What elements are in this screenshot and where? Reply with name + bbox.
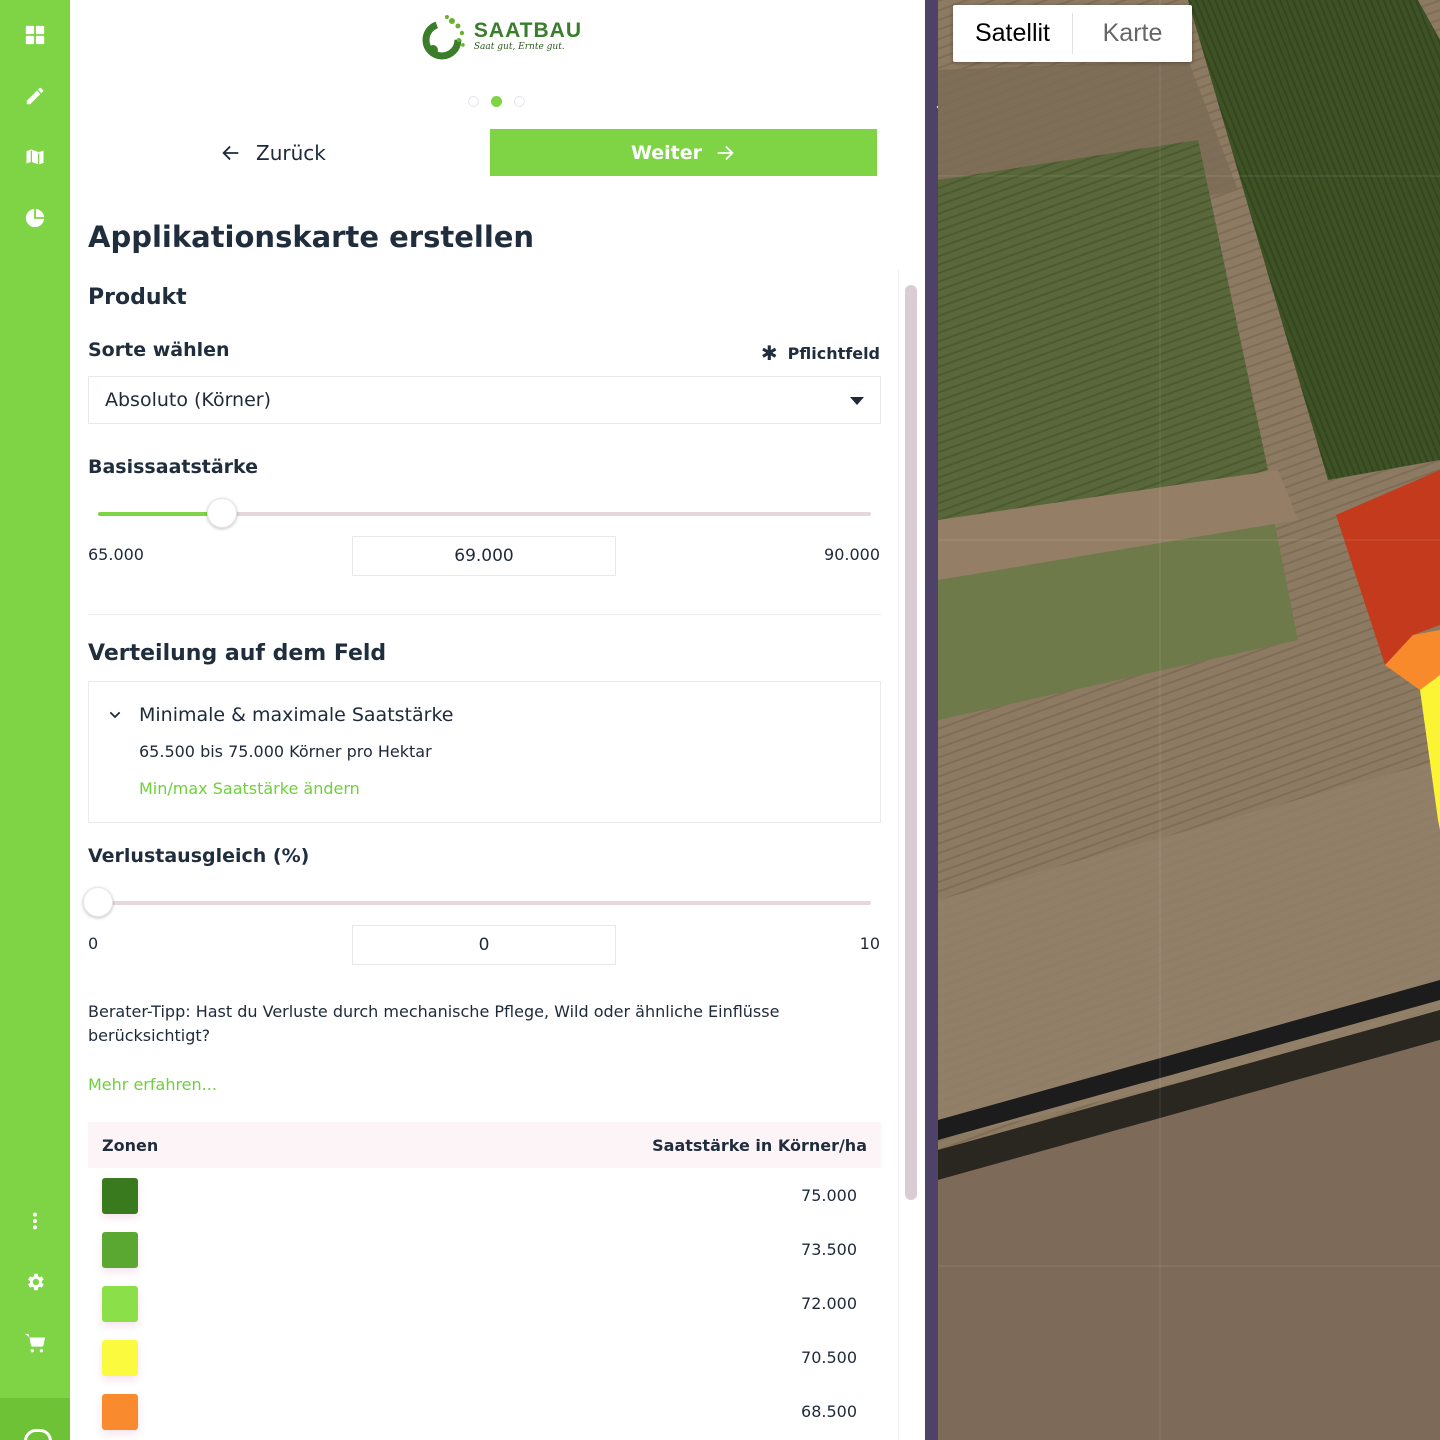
minmax-accordion-toggle[interactable]: Minimale & maximale Saatstärke bbox=[107, 704, 453, 726]
loss-slider[interactable] bbox=[83, 887, 871, 917]
zone-color-swatch bbox=[102, 1178, 138, 1214]
zone-color-swatch bbox=[102, 1340, 138, 1376]
base-rate-max: 90.000 bbox=[824, 545, 880, 564]
step-indicator bbox=[468, 96, 525, 107]
chevron-down-icon bbox=[109, 711, 121, 719]
loss-compensation-label: Verlustausgleich (%) bbox=[88, 845, 310, 867]
map-view-button[interactable]: Karte bbox=[1073, 5, 1192, 62]
zone-rate-value: 73.500 bbox=[801, 1240, 857, 1259]
panel-scrollbar[interactable] bbox=[905, 285, 917, 1200]
asterisk-icon: ✱ bbox=[760, 341, 778, 365]
table-row: 68.500 bbox=[88, 1394, 881, 1440]
satellite-imagery bbox=[938, 0, 1440, 1440]
base-rate-input[interactable] bbox=[352, 536, 616, 576]
cart-icon bbox=[24, 1333, 46, 1353]
nav-more-button[interactable] bbox=[0, 1193, 70, 1249]
base-rate-slider-fill bbox=[98, 512, 222, 516]
brand-slogan: Saat gut, Ernte gut. bbox=[473, 42, 565, 52]
step-dot-1 bbox=[468, 96, 479, 107]
base-rate-slider-thumb[interactable] bbox=[207, 498, 237, 528]
required-hint: ✱ Pflichtfeld bbox=[761, 341, 880, 365]
base-rate-label: Basissaatstärke bbox=[88, 456, 259, 478]
nav-dashboard-button[interactable] bbox=[0, 7, 70, 63]
app-root: SAATBAU Saat gut, Ernte gut. Zurück Weit… bbox=[0, 0, 1440, 1440]
zone-rate-value: 72.000 bbox=[801, 1294, 857, 1313]
change-minmax-link[interactable]: Min/max Saatstärke ändern bbox=[139, 779, 360, 798]
nav-shop-button[interactable] bbox=[0, 1315, 70, 1371]
brand-name: SAATBAU bbox=[473, 19, 582, 42]
satellite-map[interactable] bbox=[938, 0, 1440, 1440]
zone-color-swatch bbox=[102, 1232, 138, 1268]
loss-min: 0 bbox=[88, 934, 99, 953]
brand-logo: SAATBAU Saat gut, Ernte gut. bbox=[422, 10, 582, 62]
required-label: Pflichtfeld bbox=[787, 343, 880, 363]
table-row: 73.500 bbox=[88, 1232, 881, 1286]
back-button[interactable]: Zurück bbox=[220, 130, 326, 176]
distribution-section-title: Verteilung auf dem Feld bbox=[88, 641, 387, 666]
page-title: Applikationskarte erstellen bbox=[88, 220, 535, 254]
loss-input[interactable] bbox=[352, 925, 616, 965]
step-dot-3 bbox=[514, 96, 525, 107]
nav-analytics-button[interactable] bbox=[0, 190, 70, 246]
nav-map-button[interactable] bbox=[0, 129, 70, 185]
sidebar-rail bbox=[0, 0, 70, 1440]
learn-more-link[interactable]: Mehr erfahren... bbox=[88, 1075, 217, 1094]
minmax-range-text: 65.500 bis 75.000 Körner pro Hektar bbox=[139, 742, 432, 761]
advisor-tip: Berater-Tipp: Hast du Verluste durch mec… bbox=[88, 1002, 780, 1045]
minmax-accordion: Minimale & maximale Saatstärke 65.500 bi… bbox=[88, 681, 881, 823]
table-row: 72.000 bbox=[88, 1286, 881, 1340]
dashboard-icon bbox=[25, 25, 45, 45]
pie-chart-icon bbox=[25, 208, 45, 228]
caret-down-icon bbox=[850, 397, 864, 405]
table-row: 75.000 bbox=[88, 1178, 881, 1232]
variety-select[interactable]: Absoluto (Körner) bbox=[88, 376, 881, 424]
product-section-title: Produkt bbox=[88, 285, 187, 310]
variety-label: Sorte wählen bbox=[88, 339, 230, 361]
saatbau-logo-icon bbox=[422, 15, 465, 60]
arrow-right-icon bbox=[717, 145, 734, 160]
pencil-icon bbox=[26, 87, 44, 105]
minmax-accordion-title: Minimale & maximale Saatstärke bbox=[139, 704, 454, 726]
table-row: 70.500 bbox=[88, 1340, 881, 1394]
gear-icon bbox=[28, 1273, 44, 1291]
rate-column-header: Saatstärke in Körner/ha bbox=[652, 1135, 867, 1155]
zone-color-swatch bbox=[102, 1286, 138, 1322]
loss-slider-thumb[interactable] bbox=[83, 887, 113, 917]
satellite-view-button[interactable]: Satellit bbox=[953, 5, 1072, 62]
next-button-label: Weiter bbox=[630, 141, 703, 164]
nav-user-tab[interactable] bbox=[0, 1398, 70, 1440]
map-icon bbox=[25, 148, 45, 166]
zones-column-header: Zonen bbox=[102, 1135, 159, 1155]
zone-rate-value: 75.000 bbox=[801, 1186, 857, 1205]
nav-edit-button[interactable] bbox=[0, 68, 70, 124]
step-dot-2 bbox=[491, 96, 502, 107]
base-rate-min: 65.000 bbox=[88, 545, 144, 564]
base-rate-slider[interactable] bbox=[98, 498, 871, 528]
zone-rate-value: 68.500 bbox=[801, 1402, 857, 1421]
map-type-toggle: Satellit Karte bbox=[953, 5, 1192, 62]
zone-color-swatch bbox=[102, 1394, 138, 1430]
scroll-gutter bbox=[898, 270, 899, 1440]
variety-select-value: Absoluto (Körner) bbox=[105, 389, 271, 411]
zone-rate-value: 70.500 bbox=[801, 1348, 857, 1367]
back-button-label: Zurück bbox=[256, 141, 326, 165]
more-vertical-icon bbox=[32, 1212, 38, 1230]
panel-splitter[interactable] bbox=[925, 0, 938, 1440]
arrow-left-icon bbox=[222, 145, 239, 161]
loss-max: 10 bbox=[859, 934, 880, 953]
next-button[interactable]: Weiter bbox=[490, 129, 877, 176]
configuration-panel: SAATBAU Saat gut, Ernte gut. Zurück Weit… bbox=[70, 0, 925, 1440]
section-divider bbox=[88, 614, 881, 615]
nav-settings-button[interactable] bbox=[0, 1254, 70, 1310]
zones-table-header: Zonen Saatstärke in Körner/ha bbox=[88, 1122, 881, 1168]
